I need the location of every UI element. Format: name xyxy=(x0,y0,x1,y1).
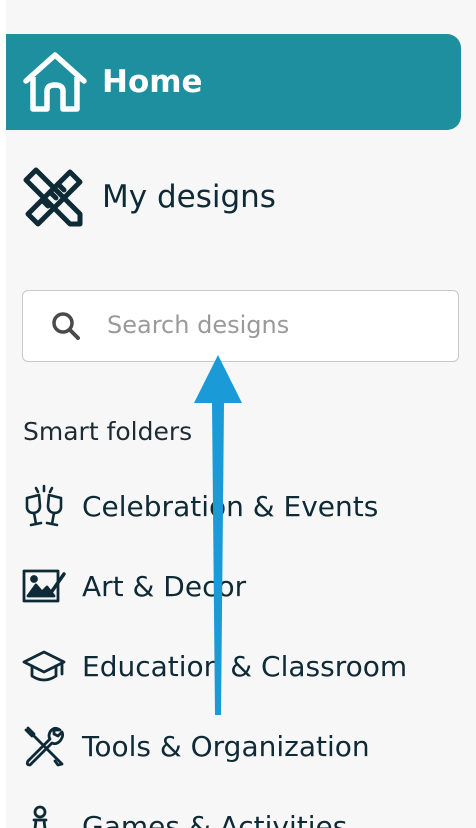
folder-education-classroom[interactable]: Education & Classroom xyxy=(6,630,461,700)
folder-label: Tools & Organization xyxy=(82,730,370,763)
folder-games-activities[interactable]: Games & Activities xyxy=(6,790,461,828)
wrench-screwdriver-icon xyxy=(24,726,65,767)
nav-designs-label: My designs xyxy=(102,179,276,215)
folder-label: Education & Classroom xyxy=(82,650,408,683)
sidebar: Home My designs Smart folders xyxy=(6,0,476,828)
nav-item-my-designs[interactable]: My designs xyxy=(6,150,461,242)
folder-label: Celebration & Events xyxy=(82,490,379,523)
search-icon xyxy=(52,312,80,340)
folder-label: Games & Activities xyxy=(82,810,348,828)
folder-label: Art & Decor xyxy=(82,570,247,603)
nav-item-home[interactable]: Home xyxy=(6,34,461,130)
game-piece-icon xyxy=(32,805,48,828)
picture-frame-icon xyxy=(22,569,66,603)
folder-art-decor[interactable]: Art & Decor xyxy=(6,550,461,620)
search-box[interactable] xyxy=(22,290,459,362)
nav-home-label: Home xyxy=(102,64,203,100)
champagne-glasses-icon xyxy=(25,484,63,527)
smart-folders-heading: Smart folders xyxy=(23,417,193,446)
pencil-ruler-icon xyxy=(23,167,83,227)
home-icon xyxy=(23,52,87,112)
folder-tools-organization[interactable]: Tools & Organization xyxy=(6,710,461,780)
folder-celebration-events[interactable]: Celebration & Events xyxy=(6,470,461,540)
search-input[interactable] xyxy=(107,305,437,345)
graduation-cap-icon xyxy=(22,650,66,682)
